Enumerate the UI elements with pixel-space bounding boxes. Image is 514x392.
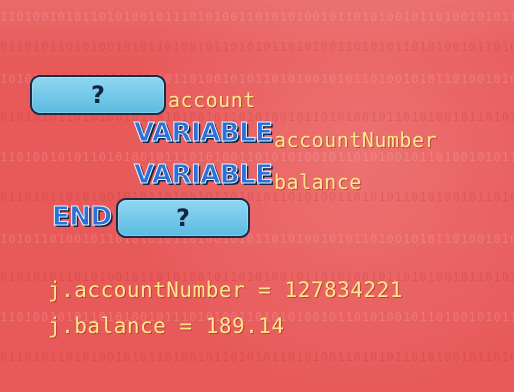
record-name: account [168, 88, 256, 112]
field-name-account-number: accountNumber [274, 128, 438, 152]
placeholder-box-2: ? [116, 198, 250, 238]
end-keyword: END [52, 202, 113, 233]
variable-keyword-2: VARIABLE [133, 160, 273, 191]
placeholder-box-1: ? [30, 75, 166, 115]
code-slide: ? account VARIABLE accountNumber VARIABL… [0, 0, 514, 392]
question-mark: ? [91, 81, 105, 109]
assignment-balance: j.balance = 189.14 [48, 314, 285, 338]
assignment-account-number: j.accountNumber = 127834221 [48, 278, 403, 302]
variable-keyword-1: VARIABLE [133, 118, 273, 149]
field-name-balance: balance [274, 170, 362, 194]
question-mark: ? [176, 204, 190, 232]
